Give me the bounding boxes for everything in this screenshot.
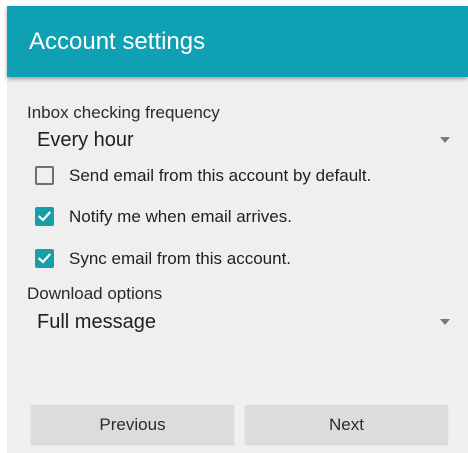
dropdown-arrow-icon — [440, 319, 450, 325]
checkbox-box[interactable] — [35, 207, 54, 226]
checkmark-icon — [37, 253, 52, 264]
checkbox-send-default[interactable]: Send email from this account by default. — [35, 164, 455, 192]
inbox-frequency-label: Inbox checking frequency — [27, 103, 220, 122]
inbox-frequency-value: Every hour — [37, 129, 134, 151]
settings-screen: Account settings Inbox checking frequenc… — [7, 6, 468, 453]
download-options-value: Full message — [37, 311, 156, 333]
checkbox-box[interactable] — [35, 249, 54, 268]
download-options-label: Download options — [27, 284, 163, 303]
checkbox-label: Sync email from this account. — [69, 249, 292, 268]
inbox-frequency-dropdown[interactable]: Every hour — [27, 124, 454, 154]
next-button[interactable]: Next — [245, 405, 448, 444]
checkbox-sync[interactable]: Sync email from this account. — [35, 247, 455, 275]
page-title: Account settings — [29, 28, 206, 55]
checkbox-notify[interactable]: Notify me when email arrives. — [35, 205, 455, 233]
previous-button[interactable]: Previous — [31, 405, 234, 444]
checkbox-label: Notify me when email arrives. — [69, 207, 292, 226]
checkbox-box[interactable] — [35, 166, 54, 185]
app-bar: Account settings — [7, 6, 468, 77]
checkbox-label: Send email from this account by default. — [69, 166, 372, 185]
dropdown-arrow-icon — [440, 137, 450, 143]
checkmark-icon — [37, 211, 52, 222]
download-options-dropdown[interactable]: Full message — [27, 306, 454, 336]
